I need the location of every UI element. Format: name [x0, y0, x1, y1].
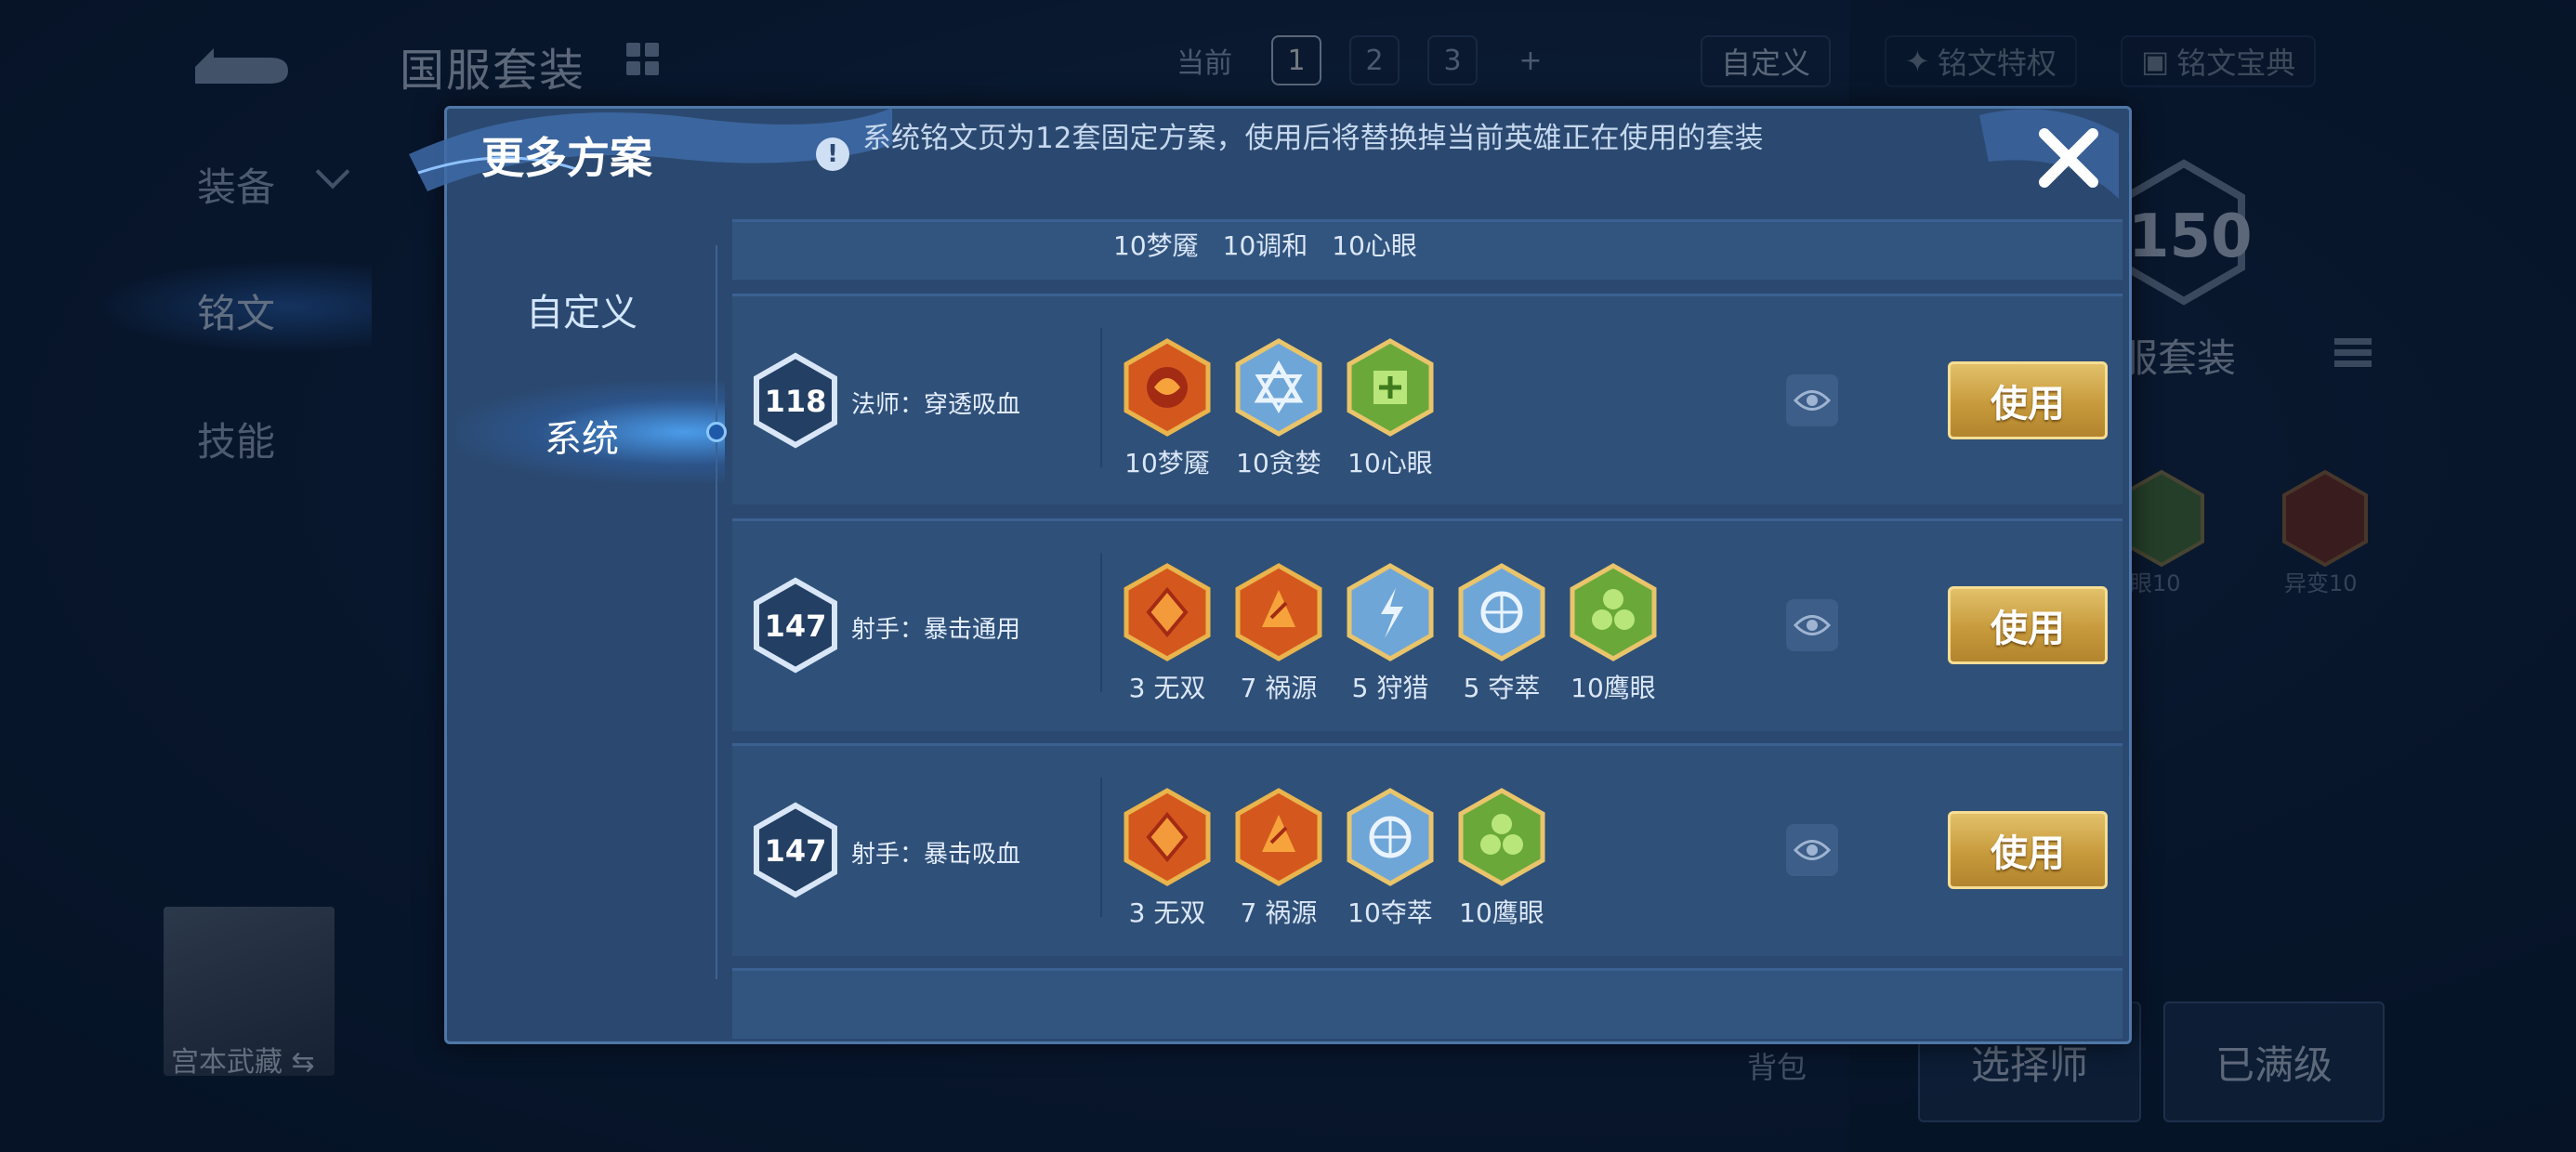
- bag-label[interactable]: 背包: [1747, 1044, 1807, 1087]
- rune-label: 7 祸源: [1240, 897, 1318, 928]
- rune-level-value: 150: [2128, 203, 2253, 271]
- sidebar-item-equipment[interactable]: 装备: [197, 156, 275, 213]
- swap-icon: ⇆: [291, 1046, 315, 1079]
- max-level-button[interactable]: 已满级: [2163, 1001, 2385, 1122]
- bg-rune-label: 异变10: [2284, 570, 2358, 596]
- plan-row: 147 射手：暴击吸血 3 无双 7 祸源 10夺萃 10鹰眼 使用: [732, 743, 2123, 956]
- tab-system[interactable]: 系统: [447, 409, 716, 463]
- tab-divider: [716, 245, 717, 979]
- plan-tabs: 自定义 系统: [447, 217, 716, 1041]
- chevron-down-icon: [315, 154, 350, 190]
- rune-label: 5 狩猎: [1351, 673, 1429, 703]
- crimson-rune-icon: [1124, 338, 1211, 437]
- plan-row-partial: [732, 968, 2123, 1039]
- right-panel-title: 服套装: [2119, 335, 2237, 381]
- row-divider: [1100, 328, 1102, 467]
- blue-rune-icon: [1235, 338, 1322, 437]
- level-hex-badge: 118: [754, 352, 837, 449]
- bg-rune-label: 眼10: [2130, 570, 2181, 596]
- page-button-1[interactable]: 1: [1271, 35, 1321, 85]
- info-icon: !: [816, 137, 849, 171]
- hero-name-label: 宫本武藏: [171, 1046, 283, 1079]
- use-button[interactable]: 使用: [1948, 586, 2108, 664]
- rune-label: 10贪婪: [1236, 448, 1321, 478]
- plan-row: 118 法师：穿透吸血 10梦魇 10贪婪 10心眼 使用: [732, 294, 2123, 504]
- rune-label: 10鹰眼: [1459, 897, 1544, 928]
- close-icon[interactable]: [2031, 121, 2106, 195]
- crimson-rune-icon: [1235, 563, 1322, 661]
- blue-rune-icon: [1347, 563, 1434, 661]
- rune-label: 10梦魇: [1124, 448, 1210, 478]
- crimson-rune-icon: [2282, 469, 2368, 568]
- level-value: 147: [765, 833, 827, 869]
- crimson-rune-icon: [1124, 563, 1211, 661]
- rune-label: 7 祸源: [1240, 673, 1318, 703]
- row-divider: [1100, 553, 1102, 692]
- grid-icon[interactable]: [624, 41, 662, 78]
- tab-custom[interactable]: 自定义: [447, 282, 716, 336]
- blue-rune-icon: [1347, 788, 1434, 886]
- rune-label: 10梦魇: [1113, 230, 1199, 261]
- list-menu-icon[interactable]: [2333, 336, 2373, 370]
- page-button-3[interactable]: 3: [1427, 35, 1478, 85]
- blue-rune-icon: [1458, 563, 1545, 661]
- preview-button[interactable]: [1786, 374, 1838, 426]
- preview-button[interactable]: [1786, 599, 1838, 651]
- row-divider: [1100, 778, 1102, 917]
- rune-label: 10调和: [1222, 230, 1308, 261]
- crimson-rune-icon: [1124, 788, 1211, 886]
- use-button[interactable]: 使用: [1948, 361, 2108, 439]
- preview-button[interactable]: [1786, 824, 1838, 876]
- level-value: 118: [765, 384, 827, 419]
- eye-icon: [1794, 390, 1831, 411]
- sidebar-item-runes[interactable]: 铭文: [197, 282, 275, 339]
- active-tab-indicator: [706, 422, 727, 442]
- use-button[interactable]: 使用: [1948, 811, 2108, 889]
- sidebar-item-skills[interactable]: 技能: [197, 411, 275, 467]
- green-rune-icon: [1458, 788, 1545, 886]
- rune-label: 10心眼: [1347, 448, 1433, 478]
- rune-label: 3 无双: [1128, 673, 1206, 703]
- plan-row-partial: 10梦魇 10调和 10心眼: [732, 219, 2123, 280]
- custom-button[interactable]: 自定义: [1701, 35, 1832, 87]
- rune-label: 10心眼: [1332, 230, 1417, 261]
- level-hex-badge: 147: [754, 802, 837, 898]
- current-page-label: 当前: [1176, 47, 1232, 80]
- add-page-button[interactable]: +: [1505, 35, 1556, 85]
- page-selector: 当前 1 2 3 +: [1165, 35, 1584, 85]
- green-rune-icon: [1570, 563, 1657, 661]
- rune-label: 10夺萃: [1347, 897, 1433, 928]
- rune-label: 5 夺萃: [1463, 673, 1541, 703]
- rune-label: 3 无双: [1128, 897, 1206, 928]
- page-button-2[interactable]: 2: [1349, 35, 1400, 85]
- plan-name: 射手：暴击通用: [851, 616, 1021, 644]
- green-rune-icon: [1347, 338, 1434, 437]
- hero-name[interactable]: 宫本武藏 ⇆: [171, 1039, 315, 1080]
- level-value: 147: [765, 609, 827, 644]
- crimson-rune-icon: [1235, 788, 1322, 886]
- level-hex-badge: 147: [754, 577, 837, 674]
- eye-icon: [1794, 615, 1831, 635]
- rune-label: 10鹰眼: [1571, 673, 1656, 703]
- plan-name: 法师：穿透吸血: [851, 391, 1021, 419]
- back-arrow-icon[interactable]: [186, 32, 297, 87]
- modal-title: 更多方案: [481, 133, 652, 183]
- plan-row: 147 射手：暴击通用 3 无双 7 祸源 5 狩猎 5 夺萃 10鹰眼 使用: [732, 518, 2123, 731]
- system-notice: 系统铭文页为12套固定方案，使用后将替换掉当前英雄正在使用的套装: [862, 122, 1764, 155]
- partial-rune-labels: 10梦魇 10调和 10心眼: [1113, 226, 1417, 263]
- eye-icon: [1794, 840, 1831, 860]
- plan-name: 射手：暴击吸血: [851, 841, 1021, 869]
- plan-list[interactable]: 10梦魇 10调和 10心眼 118 法师：穿透吸血 10梦魇 10贪婪 10心…: [732, 219, 2123, 1039]
